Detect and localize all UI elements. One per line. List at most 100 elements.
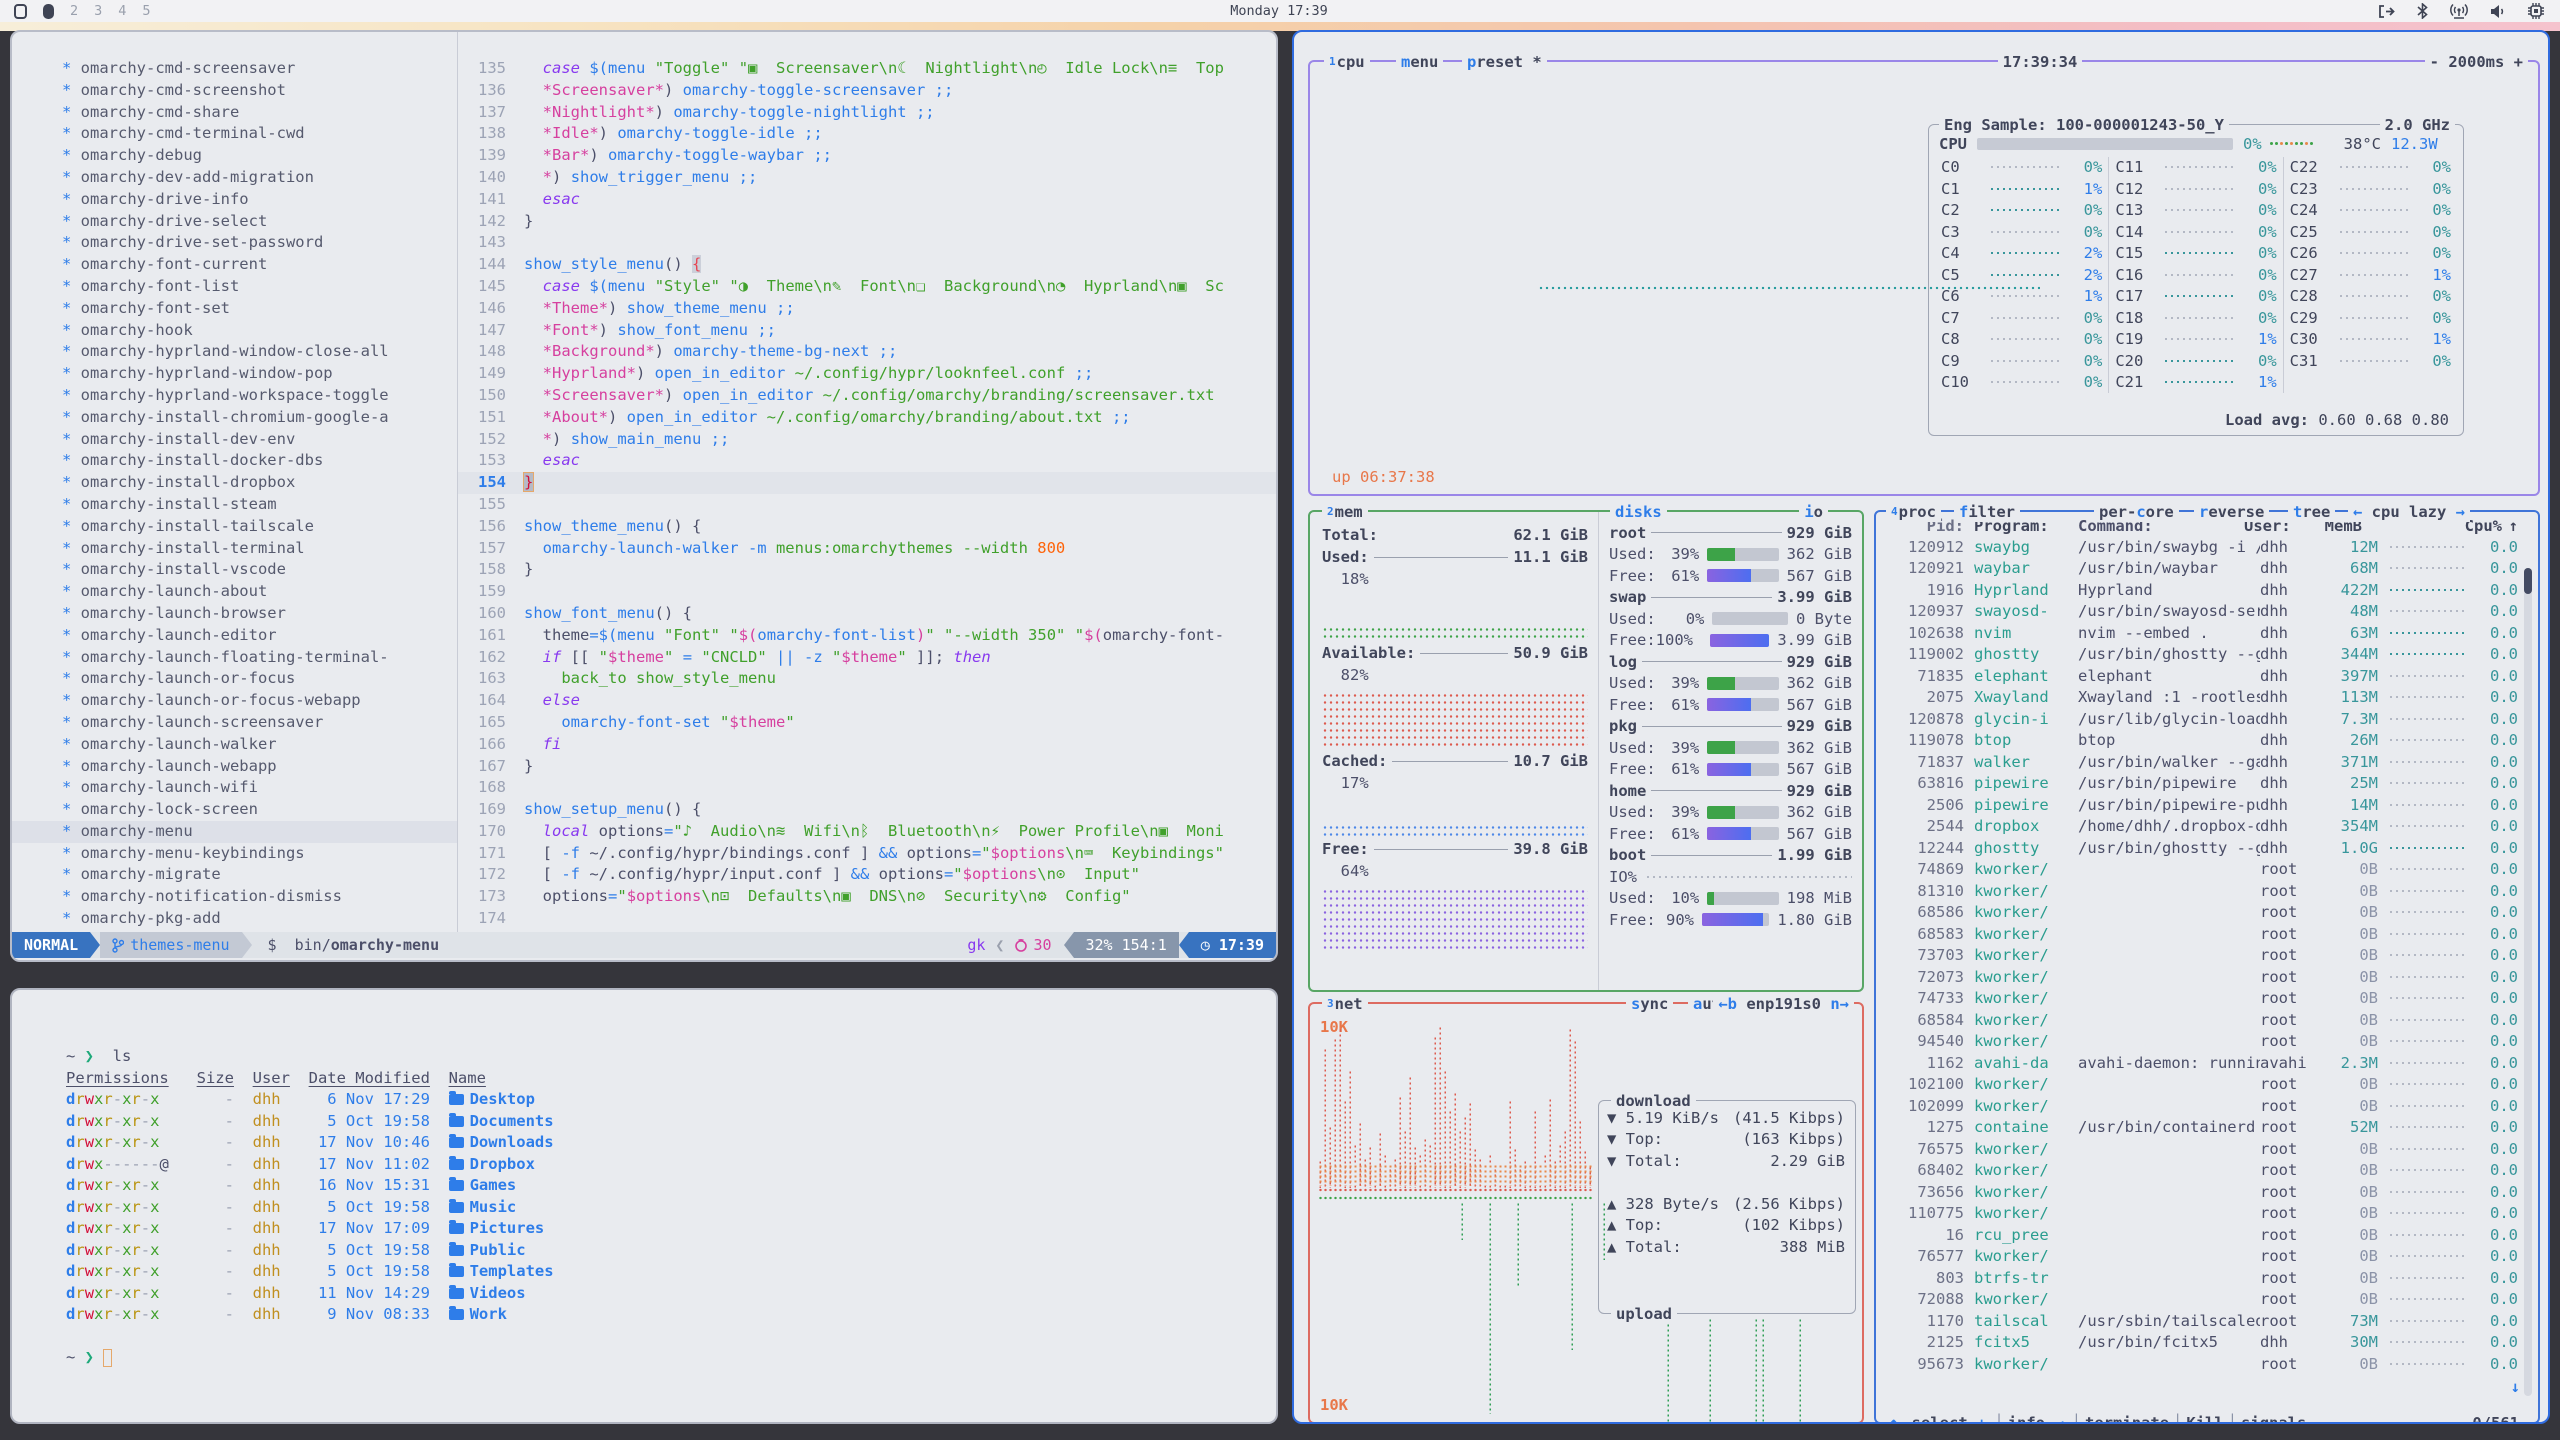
clock[interactable]: Monday 17:39 <box>1230 3 1328 19</box>
preset-button[interactable]: preset * <box>1462 51 1547 72</box>
code-line[interactable]: 148 *Background*) omarchy-theme-bg-next … <box>458 341 1276 363</box>
code-line[interactable]: 152 *) show_main_menu ;; <box>458 429 1276 451</box>
file-item[interactable]: * omarchy-drive-set-password <box>12 232 457 254</box>
process-row[interactable]: 120912swaybg/usr/bin/swaybg -i /homdhh12… <box>1876 536 2538 558</box>
process-row[interactable]: 68584kworker/root0B0.0 <box>1876 1009 2538 1031</box>
file-item[interactable]: * omarchy-install-steam <box>12 494 457 516</box>
tree-toggle[interactable]: tree <box>2288 501 2335 522</box>
process-row[interactable]: 2125fcitx5/usr/bin/fcitx5dhh30M0.0 <box>1876 1332 2538 1354</box>
reverse-toggle[interactable]: reverse <box>2194 501 2269 522</box>
net-box-title[interactable]: 3net <box>1322 993 1368 1014</box>
process-row[interactable]: 73656kworker/root0B0.0 <box>1876 1181 2538 1203</box>
file-item[interactable]: * omarchy-install-tailscale <box>12 516 457 538</box>
file-item[interactable]: * omarchy-hyprland-window-pop <box>12 363 457 385</box>
code-line[interactable]: 143 <box>458 232 1276 254</box>
process-row[interactable]: 2506pipewire/usr/bin/pipewire-pulsedhh14… <box>1876 794 2538 816</box>
code-line[interactable]: 136 *Screensaver*) omarchy-toggle-screen… <box>458 80 1276 102</box>
file-item[interactable]: * omarchy-launch-screensaver <box>12 712 457 734</box>
app-window-icon[interactable] <box>14 4 27 19</box>
file-item[interactable]: * omarchy-launch-walker <box>12 734 457 756</box>
proc-box-title[interactable]: 4proc <box>1886 501 1941 522</box>
file-item[interactable]: * omarchy-install-dropbox <box>12 472 457 494</box>
file-item[interactable]: * omarchy-cmd-terminal-cwd <box>12 123 457 145</box>
file-item[interactable]: * omarchy-launch-about <box>12 581 457 603</box>
workspace-3[interactable]: 3 <box>94 3 102 19</box>
file-item[interactable]: * omarchy-dev-add-migration <box>12 167 457 189</box>
proc-scrollbar-thumb[interactable] <box>2524 568 2532 594</box>
process-row[interactable]: 76577kworker/root0B0.0 <box>1876 1246 2538 1268</box>
workspace-5[interactable]: 5 <box>142 3 150 19</box>
file-item[interactable]: * omarchy-pkg-add <box>12 908 457 930</box>
code-line[interactable]: 166 fi <box>458 734 1276 756</box>
file-item[interactable]: * omarchy-drive-select <box>12 211 457 233</box>
file-item[interactable]: * omarchy-launch-or-focus-webapp <box>12 690 457 712</box>
code-line[interactable]: 173 options="$options\n⊡ Defaults\n▣ DNS… <box>458 886 1276 908</box>
code-line[interactable]: 162 if [[ "$theme" = "CNCLD" || -z "$the… <box>458 647 1276 669</box>
code-line[interactable]: 164 else <box>458 690 1276 712</box>
process-row[interactable]: 72088kworker/root0B0.0 <box>1876 1289 2538 1311</box>
code-line[interactable]: 135 case $(menu "Toggle" "▣ Screensaver\… <box>458 58 1276 80</box>
code-line[interactable]: 139 *Bar*) omarchy-toggle-waybar ;; <box>458 145 1276 167</box>
workspace-4[interactable]: 4 <box>118 3 126 19</box>
network-icon[interactable] <box>2450 4 2468 19</box>
process-row[interactable]: 68402kworker/root0B0.0 <box>1876 1160 2538 1182</box>
process-row[interactable]: 72073kworker/root0B0.0 <box>1876 966 2538 988</box>
code-line[interactable]: 174 <box>458 908 1276 930</box>
process-row[interactable]: 102100kworker/root0B0.0 <box>1876 1074 2538 1096</box>
process-row[interactable]: 74733kworker/root0B0.0 <box>1876 988 2538 1010</box>
process-row[interactable]: 1162avahi-daavahi-daemon: running [avahi… <box>1876 1052 2538 1074</box>
code-line[interactable]: 141 esac <box>458 189 1276 211</box>
code-line[interactable]: 167} <box>458 756 1276 778</box>
disks-title[interactable]: disks <box>1610 501 1667 522</box>
file-item[interactable]: * omarchy-hyprland-window-close-all <box>12 341 457 363</box>
process-row[interactable]: 63816pipewire/usr/bin/pipewiredhh25M0.0 <box>1876 773 2538 795</box>
process-row[interactable]: 120937swayosd-/usr/bin/swayosd-serverdhh… <box>1876 601 2538 623</box>
workspace-2[interactable]: 2 <box>70 3 78 19</box>
code-editor[interactable]: 135 case $(menu "Toggle" "▣ Screensaver\… <box>458 32 1276 930</box>
cpu-box-title[interactable]: 1cpu <box>1324 51 1370 72</box>
sort-selector[interactable]: ← cpu lazy → <box>2348 501 2470 522</box>
code-line[interactable]: 171 [ -f ~/.config/hypr/bindings.conf ] … <box>458 843 1276 865</box>
file-item[interactable]: * omarchy-launch-wifi <box>12 777 457 799</box>
file-item[interactable]: * omarchy-menu <box>12 821 457 843</box>
file-item[interactable]: * omarchy-launch-browser <box>12 603 457 625</box>
process-row[interactable]: 12244ghostty/usr/bin/ghostty --gtk-dhh1.… <box>1876 837 2538 859</box>
file-item[interactable]: * omarchy-hook <box>12 320 457 342</box>
code-line[interactable]: 157 omarchy-launch-walker -m menus:omarc… <box>458 538 1276 560</box>
file-item[interactable]: * omarchy-install-dev-env <box>12 429 457 451</box>
chip-icon[interactable] <box>2528 3 2544 19</box>
filter-button[interactable]: filter <box>1954 501 2020 522</box>
file-item[interactable]: * omarchy-drive-info <box>12 189 457 211</box>
logout-icon[interactable] <box>2378 4 2395 19</box>
process-row[interactable]: 73703kworker/root0B0.0 <box>1876 945 2538 967</box>
process-row[interactable]: 95673kworker/root0B0.0 <box>1876 1353 2538 1375</box>
code-line[interactable]: 138 *Idle*) omarchy-toggle-idle ;; <box>458 123 1276 145</box>
process-row[interactable]: 71835elephantelephantdhh397M0.0 <box>1876 665 2538 687</box>
process-row[interactable]: 16rcu_preeroot0B0.0 <box>1876 1224 2538 1246</box>
file-item[interactable]: * omarchy-menu-keybindings <box>12 843 457 865</box>
process-row[interactable]: 119002ghostty/usr/bin/ghostty --gtk-dhh3… <box>1876 644 2538 666</box>
process-row[interactable]: 81310kworker/root0B0.0 <box>1876 880 2538 902</box>
file-item[interactable]: * omarchy-install-chromium-google-a <box>12 407 457 429</box>
process-row[interactable]: 2544dropbox/home/dhh/.dropbox-distdhh354… <box>1876 816 2538 838</box>
code-line[interactable]: 137 *Nightlight*) omarchy-toggle-nightli… <box>458 102 1276 124</box>
file-item[interactable]: * omarchy-launch-editor <box>12 625 457 647</box>
file-item[interactable]: * omarchy-migrate <box>12 864 457 886</box>
file-item[interactable]: * omarchy-font-set <box>12 298 457 320</box>
code-line[interactable]: 168 <box>458 777 1276 799</box>
proc-scrollbar-track[interactable] <box>2524 568 2532 1396</box>
file-item[interactable]: * omarchy-notification-dismiss <box>12 886 457 908</box>
code-line[interactable]: 140 *) show_trigger_menu ;; <box>458 167 1276 189</box>
terminal-output[interactable]: ~ ❯ lsPermissionsSizeUserDate ModifiedNa… <box>12 990 1276 1369</box>
mem-box-title[interactable]: 2mem <box>1322 501 1368 522</box>
menu-button[interactable]: menu <box>1396 51 1443 72</box>
process-row[interactable]: 1916HyprlandHyprlanddhh422M0.0 <box>1876 579 2538 601</box>
process-row[interactable]: 68586kworker/root0B0.0 <box>1876 902 2538 924</box>
code-line[interactable]: 154} <box>458 472 1276 494</box>
code-line[interactable]: 160show_font_menu() { <box>458 603 1276 625</box>
prompt-line[interactable]: ~ ❯ <box>66 1347 1276 1369</box>
file-item[interactable]: * omarchy-cmd-screensaver <box>12 58 457 80</box>
code-line[interactable]: 149 *Hyprland*) open_in_editor ~/.config… <box>458 363 1276 385</box>
file-item[interactable]: * omarchy-install-docker-dbs <box>12 450 457 472</box>
bluetooth-icon[interactable] <box>2417 3 2428 19</box>
